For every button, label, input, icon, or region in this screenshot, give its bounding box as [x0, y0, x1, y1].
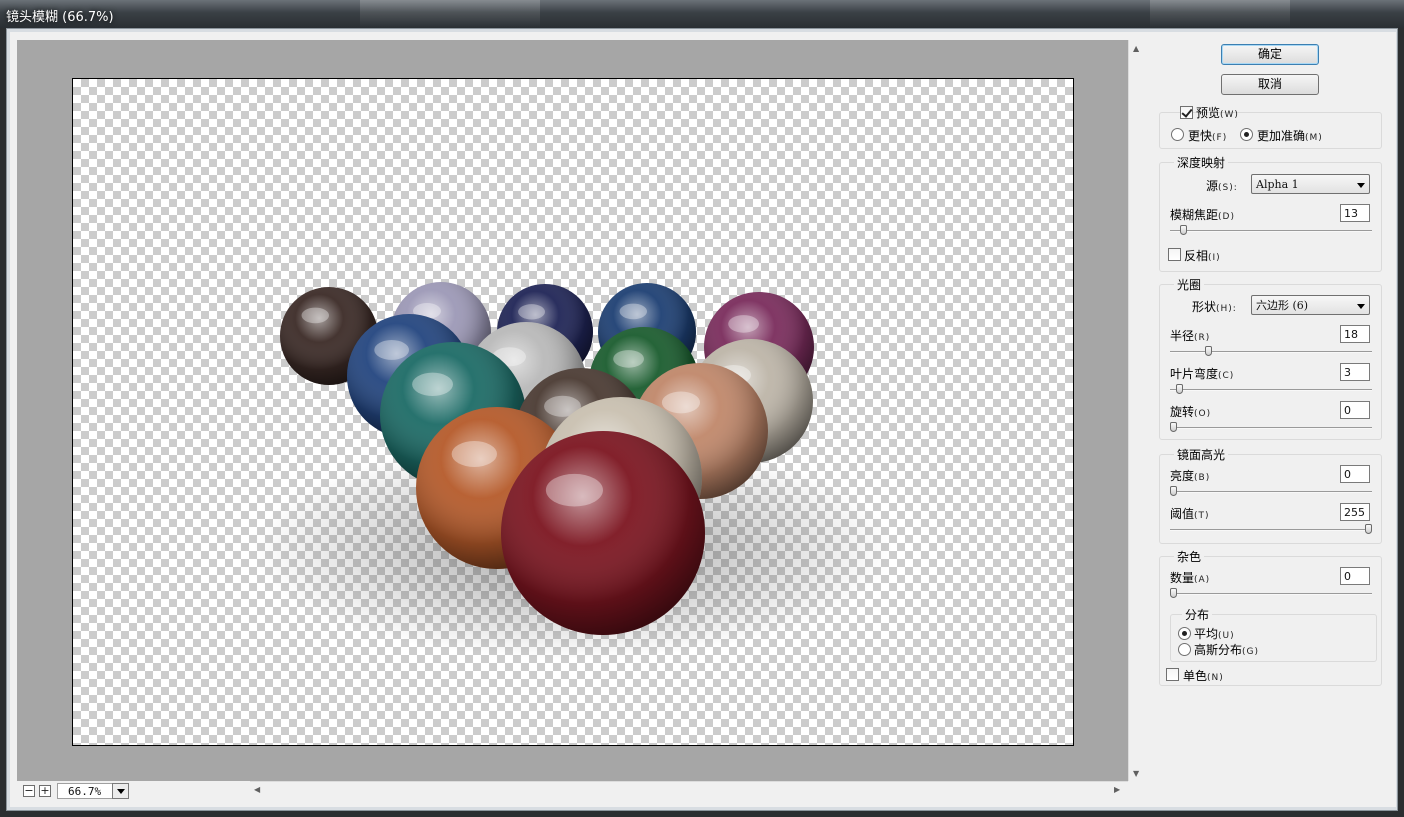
blur-focal-distance-label: 模糊焦距(D) — [1170, 208, 1235, 222]
zoom-in-button[interactable]: + — [39, 785, 51, 797]
radius-input[interactable]: 18 — [1340, 325, 1370, 343]
billiard-ball-highlight — [545, 473, 603, 507]
billiard-balls-image — [253, 282, 893, 659]
threshold-label: 阈值(T) — [1170, 507, 1210, 521]
billiard-ball-highlight — [613, 350, 644, 368]
specular-highlights-title: 镜面高光 — [1174, 446, 1229, 463]
radius-slider-thumb[interactable] — [1205, 346, 1213, 356]
rotation-input[interactable]: 0 — [1340, 401, 1370, 419]
preview-label[interactable]: 预览(W) — [1196, 104, 1239, 121]
horizontal-scrollbar[interactable]: ◀ ▶ — [250, 781, 1128, 798]
vertical-scrollbar[interactable]: ▲ ▼ — [1128, 40, 1145, 781]
gaussian-radio[interactable] — [1178, 643, 1191, 656]
zoom-dropdown-button[interactable] — [112, 783, 129, 799]
scroll-right-icon[interactable]: ▶ — [1114, 785, 1120, 794]
scroll-left-icon[interactable]: ◀ — [254, 785, 260, 794]
uniform-radio[interactable] — [1178, 627, 1191, 640]
brightness-slider-thumb[interactable] — [1170, 486, 1177, 496]
amount-slider-thumb[interactable] — [1170, 588, 1177, 598]
billiard-ball-shading — [501, 431, 705, 635]
shape-label: 形状(H): — [1192, 300, 1237, 314]
gaussian-label[interactable]: 高斯分布(G) — [1194, 641, 1259, 658]
brightness-label: 亮度(B) — [1170, 469, 1211, 483]
preview-area[interactable] — [17, 40, 1128, 781]
faster-label[interactable]: 更快(F) — [1188, 127, 1227, 144]
scroll-up-icon[interactable]: ▲ — [1133, 44, 1139, 53]
source-select[interactable]: Alpha 1 — [1251, 174, 1370, 194]
preview-checkbox[interactable] — [1180, 106, 1193, 119]
zoom-input[interactable]: 66.7% — [57, 783, 117, 799]
cancel-button[interactable]: 取消 — [1221, 74, 1319, 95]
scroll-down-icon[interactable]: ▼ — [1133, 769, 1139, 778]
billiard-ball-highlight — [412, 372, 453, 397]
blade-curvature-slider[interactable] — [1170, 389, 1372, 391]
rotation-label: 旋转(O) — [1170, 405, 1212, 419]
invert-label[interactable]: 反相(I) — [1184, 247, 1221, 264]
chevron-down-icon — [1353, 299, 1365, 311]
blur-focal-distance-slider-thumb[interactable] — [1179, 225, 1187, 235]
threshold-input[interactable]: 255 — [1340, 503, 1370, 521]
amount-slider[interactable] — [1170, 593, 1372, 595]
shape-select[interactable]: 六边形 (6) — [1251, 295, 1370, 315]
title-bar-glint — [360, 0, 540, 28]
invert-checkbox[interactable] — [1168, 248, 1181, 261]
more-accurate-radio[interactable] — [1240, 128, 1253, 141]
billiard-ball-highlight — [451, 441, 497, 467]
monochromatic-checkbox[interactable] — [1166, 668, 1179, 681]
threshold-slider-thumb[interactable] — [1365, 524, 1372, 534]
chevron-down-icon — [1353, 178, 1365, 190]
window-title: 镜头模糊 (66.7%) — [6, 10, 114, 25]
billiard-ball-highlight — [374, 340, 410, 360]
iris-title: 光圈 — [1174, 276, 1205, 293]
blade-curvature-slider-thumb[interactable] — [1175, 384, 1183, 394]
amount-input[interactable]: 0 — [1340, 567, 1370, 585]
faster-radio[interactable] — [1171, 128, 1184, 141]
blade-curvature-label: 叶片弯度(C) — [1170, 367, 1235, 381]
ok-button[interactable]: 确定 — [1221, 44, 1319, 65]
more-accurate-label[interactable]: 更加准确(M) — [1257, 127, 1323, 144]
brightness-slider[interactable] — [1170, 491, 1372, 493]
uniform-label[interactable]: 平均(U) — [1194, 625, 1235, 642]
source-label: 源(S): — [1206, 179, 1238, 193]
threshold-slider[interactable] — [1170, 529, 1372, 531]
preview-canvas[interactable] — [72, 78, 1074, 746]
zoom-bar: − + 66.7% — [17, 782, 250, 800]
blur-focal-distance-slider[interactable] — [1170, 230, 1372, 232]
billiard-ball-highlight — [518, 304, 545, 320]
blade-curvature-input[interactable]: 3 — [1340, 363, 1370, 381]
billiard-ball-highlight — [301, 307, 329, 324]
rotation-slider[interactable] — [1170, 427, 1372, 429]
billiard-ball-highlight — [619, 303, 648, 320]
billiard-ball-highlight — [661, 391, 701, 414]
distribution-title: 分布 — [1182, 606, 1213, 623]
noise-title: 杂色 — [1174, 548, 1205, 565]
brightness-input[interactable]: 0 — [1340, 465, 1370, 483]
title-bar[interactable]: 镜头模糊 (66.7%) — [0, 0, 1404, 28]
title-bar-glint — [1150, 0, 1290, 28]
radius-label: 半径(R) — [1170, 329, 1211, 343]
monochromatic-label[interactable]: 单色(N) — [1183, 667, 1224, 684]
blur-focal-distance-input[interactable]: 13 — [1340, 204, 1370, 222]
depth-map-title: 深度映射 — [1174, 154, 1229, 171]
rotation-slider-thumb[interactable] — [1170, 422, 1177, 432]
zoom-out-button[interactable]: − — [23, 785, 35, 797]
billiard-ball-highlight — [728, 315, 759, 333]
amount-label: 数量(A) — [1170, 571, 1211, 585]
radius-slider[interactable] — [1170, 351, 1372, 353]
